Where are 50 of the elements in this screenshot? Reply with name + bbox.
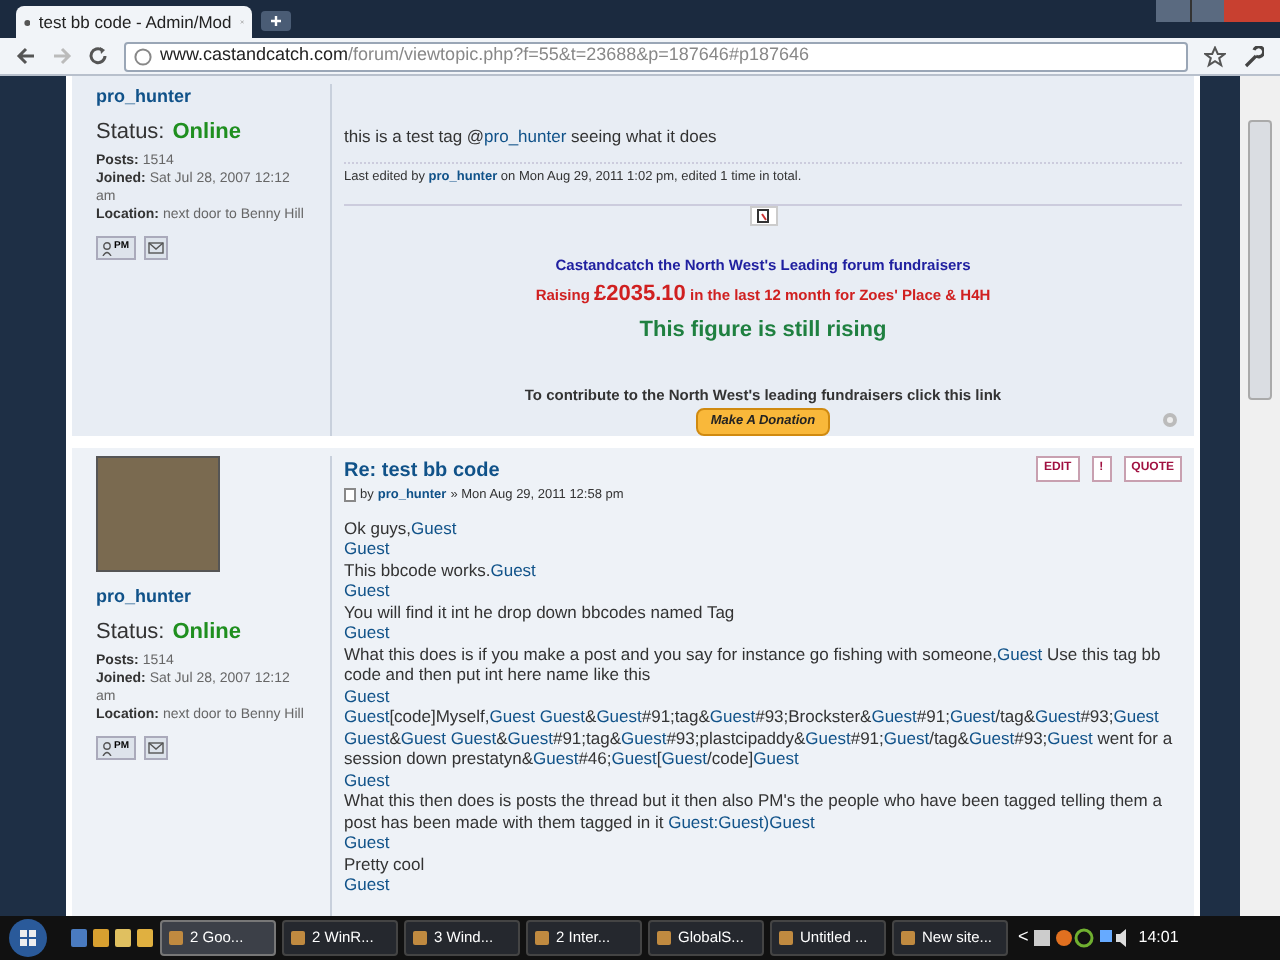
tray-icons[interactable] (1034, 928, 1095, 948)
status-label: Status: (96, 117, 165, 147)
post-text-line: Pretty cool (344, 853, 427, 875)
post-text-line: Guest (344, 538, 392, 560)
back-arrow-icon[interactable] (16, 46, 36, 66)
star-icon[interactable] (1204, 45, 1226, 67)
app-icon (656, 930, 672, 946)
author-link[interactable]: pro_hunter (96, 584, 306, 611)
avatar-picture (96, 456, 220, 572)
signature-image-icon (749, 205, 777, 226)
wrench-icon[interactable] (1242, 45, 1264, 67)
app-icon (168, 930, 184, 946)
post-text-line: Guest (344, 769, 392, 791)
app-icon (412, 930, 428, 946)
email-icon[interactable] (143, 736, 167, 760)
reload-icon[interactable] (88, 46, 108, 66)
post-text-line: What this then does is posts the thread but it then also PM's the people who have been tagged telling them a post has been made with them tagged in it Guest:Guest)Guest (344, 790, 1164, 833)
tray-arrow[interactable]: < (1018, 924, 1029, 952)
app-icon (290, 930, 306, 946)
post-text-line: You will find it int he drop down bbcodes named Tag (344, 601, 737, 623)
status-value: Online (172, 617, 241, 647)
author-link[interactable]: pro_hunter (96, 84, 306, 111)
fundraiser-rising-text: This figure is still rising (639, 315, 887, 345)
person-icon (102, 241, 112, 255)
clock: 14:01 (1138, 926, 1179, 950)
post-title[interactable]: Re: test bb code (344, 456, 624, 486)
app-icon (534, 930, 550, 946)
post-text-line: this is a test tag @pro_hunter seeing what it does (344, 125, 719, 146)
page-icon (134, 47, 152, 65)
person-icon (102, 741, 112, 755)
post-icon (344, 488, 356, 503)
post-text-line: What this does is if you make a post and you say for instance go fishing with someone,Guest Use this tag bb code and then put int here name like this (344, 643, 1163, 686)
post-text-line: Ok guys,Guest (344, 517, 459, 539)
status-label: Status: (96, 617, 165, 647)
app-icon (900, 930, 916, 946)
post-text-line: Guest (344, 580, 392, 602)
start-orb-icon[interactable] (8, 918, 48, 958)
post-text-line: This bbcode works.Guest (344, 559, 538, 581)
post-text-line: Guest (344, 832, 392, 854)
post-text-line: Guest (344, 685, 390, 707)
post-text-line: Guest[code]Myself,Guest Guest&Guest#91;tag&Guest#93;Brockster&Guest#91;Guest/tag&Guest#93;Guest Guest&Guest Guest&Guest#91;tag&Guest#93;plastcipaddy&Guest#91;Guest/tag&Guest#93;Guest went for a session down prestatyn&Guest#46;Guest[Guest/code]Guest (344, 706, 1175, 770)
post-text-line: Guest (344, 874, 392, 896)
status-value: Online (172, 117, 241, 147)
email-icon[interactable] (143, 236, 167, 260)
post-text-line: Guest (344, 622, 392, 644)
browser-tab[interactable]: test bb code - Admin/Mod (16, 6, 252, 38)
scrollbar-thumb[interactable] (1248, 120, 1272, 400)
app-icon (778, 930, 794, 946)
address-bar[interactable]: www.castandcatch.com/forum/viewtopic.php?f=55&t=23688&p=187646#p187646 (124, 41, 1188, 71)
new-tab-icon[interactable] (260, 10, 292, 32)
